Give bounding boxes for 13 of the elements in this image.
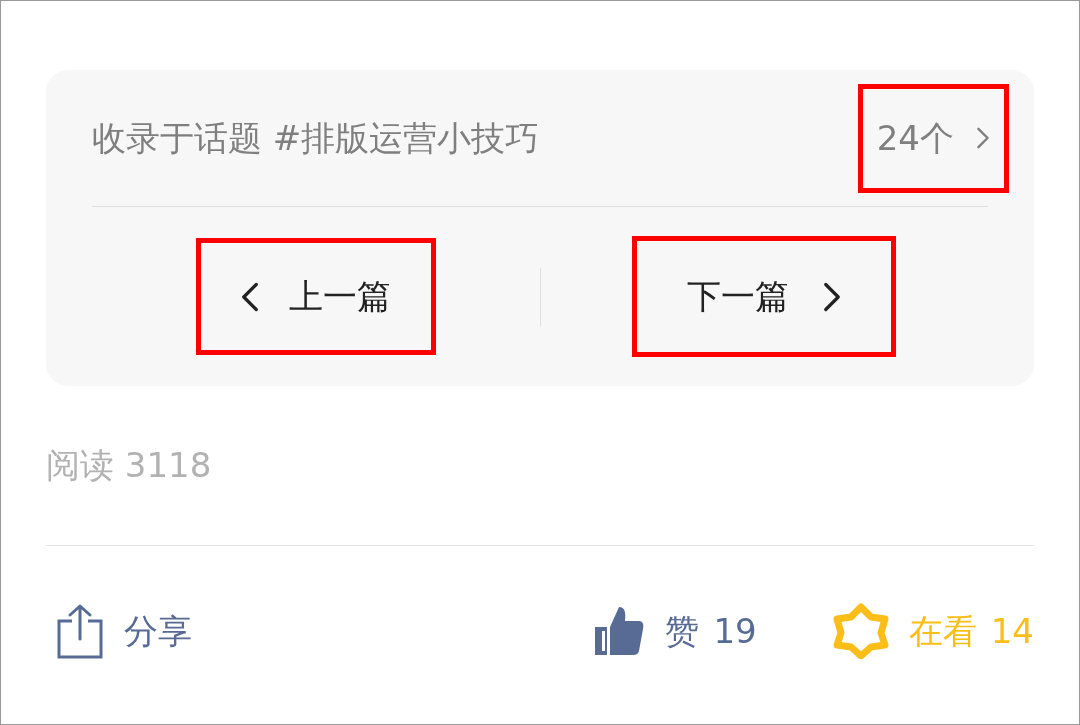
read-count: 阅读 3118 — [46, 444, 212, 487]
topic-count-link[interactable]: 24个 — [862, 88, 1004, 188]
previous-article-button[interactable]: 上一篇 — [200, 243, 431, 350]
chevron-left-icon — [240, 281, 259, 312]
share-button[interactable]: 分享 — [56, 603, 192, 659]
star-icon — [832, 603, 889, 659]
share-icon — [56, 603, 104, 659]
chevron-right-icon — [976, 127, 990, 149]
thumbs-up-icon — [593, 605, 646, 657]
like-button[interactable]: 赞 19 — [593, 605, 757, 657]
topic-label[interactable]: 收录于话题 #排版运营小技巧 — [92, 112, 540, 164]
next-article-button[interactable]: 下一篇 — [637, 241, 892, 352]
chevron-right-icon — [823, 281, 842, 312]
